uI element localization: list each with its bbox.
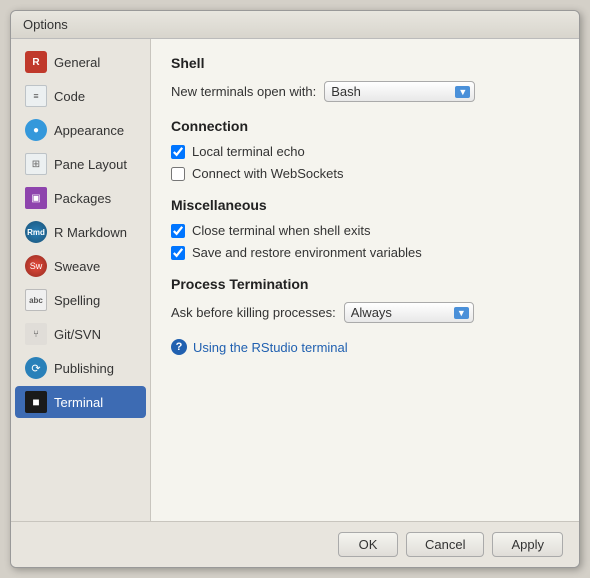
close-terminal-label: Close terminal when shell exits — [192, 223, 370, 238]
process-select[interactable]: AlwaysNeverAsk — [344, 302, 474, 323]
main-content: Shell New terminals open with: BashZshsh… — [151, 39, 579, 521]
terminal-icon: ■ — [25, 391, 47, 413]
spelling-icon: abc — [25, 289, 47, 311]
appearance-icon: ● — [25, 119, 47, 141]
websockets-row: Connect with WebSockets — [171, 166, 559, 181]
close-terminal-checkbox[interactable] — [171, 224, 185, 238]
help-link-text: Using the RStudio terminal — [193, 340, 348, 355]
sidebar-item-sweave[interactable]: Sw Sweave — [15, 250, 146, 282]
sidebar-item-label-packages: Packages — [54, 191, 111, 206]
save-restore-checkbox[interactable] — [171, 246, 185, 260]
save-restore-row: Save and restore environment variables — [171, 245, 559, 260]
connection-title: Connection — [171, 118, 559, 134]
process-row: Ask before killing processes: AlwaysNeve… — [171, 302, 559, 323]
dialog-body: R General ≡ Code ● Appearance ⊞ Pane Layout ▣ Pac… — [11, 39, 579, 521]
save-restore-label: Save and restore environment variables — [192, 245, 422, 260]
code-icon: ≡ — [25, 85, 47, 107]
sidebar-item-label-pane-layout: Pane Layout — [54, 157, 127, 172]
help-link-row[interactable]: ? Using the RStudio terminal — [171, 339, 559, 355]
title-bar: Options — [11, 11, 579, 39]
dialog-footer: OK Cancel Apply — [11, 521, 579, 567]
process-section: Process Termination Ask before killing p… — [171, 276, 559, 323]
sidebar-item-label-appearance: Appearance — [54, 123, 124, 138]
sidebar-item-label-git-svn: Git/SVN — [54, 327, 101, 342]
sidebar-item-general[interactable]: R General — [15, 46, 146, 78]
sidebar-item-r-markdown[interactable]: Rmd R Markdown — [15, 216, 146, 248]
sidebar-item-terminal[interactable]: ■ Terminal — [15, 386, 146, 418]
process-select-wrapper: AlwaysNeverAsk — [344, 302, 474, 323]
sidebar-item-label-terminal: Terminal — [54, 395, 103, 410]
packages-icon: ▣ — [25, 187, 47, 209]
publishing-icon: ⟳ — [25, 357, 47, 379]
new-terminals-label: New terminals open with: — [171, 84, 316, 99]
shell-select-wrapper: BashZshshCommand PromptPowerShellWindows… — [324, 81, 475, 102]
sidebar-item-label-code: Code — [54, 89, 85, 104]
sidebar-item-label-sweave: Sweave — [54, 259, 100, 274]
git-svn-icon: ⑂ — [25, 323, 47, 345]
sidebar-item-pane-layout[interactable]: ⊞ Pane Layout — [15, 148, 146, 180]
ok-button[interactable]: OK — [338, 532, 398, 557]
sidebar-item-code[interactable]: ≡ Code — [15, 80, 146, 112]
sidebar-item-label-general: General — [54, 55, 100, 70]
sidebar-item-publishing[interactable]: ⟳ Publishing — [15, 352, 146, 384]
sidebar-item-label-spelling: Spelling — [54, 293, 100, 308]
shell-row: New terminals open with: BashZshshComman… — [171, 81, 559, 102]
r-markdown-icon: Rmd — [25, 221, 47, 243]
sidebar-item-spelling[interactable]: abc Spelling — [15, 284, 146, 316]
sidebar-item-packages[interactable]: ▣ Packages — [15, 182, 146, 214]
misc-section: Miscellaneous Close terminal when shell … — [171, 197, 559, 260]
apply-button[interactable]: Apply — [492, 532, 563, 557]
shell-section: Shell New terminals open with: BashZshsh… — [171, 55, 559, 102]
process-title: Process Termination — [171, 276, 559, 292]
close-terminal-row: Close terminal when shell exits — [171, 223, 559, 238]
dialog-title: Options — [23, 17, 68, 32]
sweave-icon: Sw — [25, 255, 47, 277]
help-icon: ? — [171, 339, 187, 355]
cancel-button[interactable]: Cancel — [406, 532, 484, 557]
sidebar-item-label-publishing: Publishing — [54, 361, 114, 376]
sidebar: R General ≡ Code ● Appearance ⊞ Pane Layout ▣ Pac… — [11, 39, 151, 521]
local-echo-label: Local terminal echo — [192, 144, 305, 159]
local-echo-checkbox[interactable] — [171, 145, 185, 159]
sidebar-item-label-r-markdown: R Markdown — [54, 225, 127, 240]
sidebar-item-appearance[interactable]: ● Appearance — [15, 114, 146, 146]
misc-title: Miscellaneous — [171, 197, 559, 213]
ask-before-label: Ask before killing processes: — [171, 305, 336, 320]
shell-title: Shell — [171, 55, 559, 71]
sidebar-item-git-svn[interactable]: ⑂ Git/SVN — [15, 318, 146, 350]
connection-section: Connection Local terminal echo Connect w… — [171, 118, 559, 181]
general-icon: R — [25, 51, 47, 73]
pane-layout-icon: ⊞ — [25, 153, 47, 175]
options-dialog: Options R General ≡ Code ● Appearance ⊞ Pane La… — [10, 10, 580, 568]
websockets-label: Connect with WebSockets — [192, 166, 344, 181]
shell-select[interactable]: BashZshshCommand PromptPowerShellWindows… — [324, 81, 475, 102]
local-echo-row: Local terminal echo — [171, 144, 559, 159]
websockets-checkbox[interactable] — [171, 167, 185, 181]
